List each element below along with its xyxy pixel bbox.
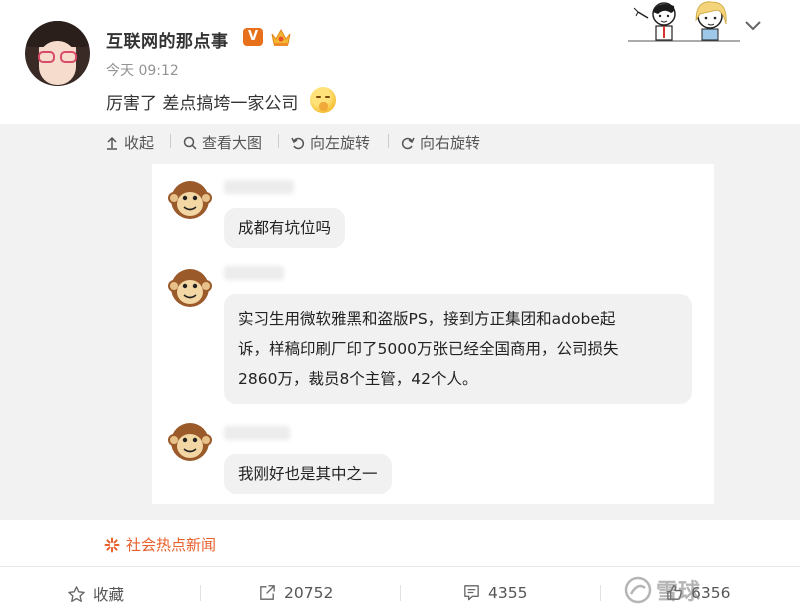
post-header: 互联网的那点事 V 今天 09:12 厉害了 差点搞垮一家公司: [0, 0, 800, 124]
action-divider: [400, 585, 401, 601]
toolbar-divider: [388, 134, 389, 148]
chat-bubble: 实习生用微软雅黑和盗版PS，接到方正集团和adobe起 诉，样稿印刷厂印了500…: [224, 294, 692, 404]
crown-icon: [271, 28, 291, 46]
username[interactable]: 互联网的那点事: [106, 27, 229, 52]
rotate-right-icon: [401, 137, 415, 149]
action-divider: [200, 585, 201, 601]
image-toolbar: 收起 查看大图 向左旋转 向右旋转: [0, 124, 800, 162]
share-button[interactable]: 20752: [258, 583, 333, 602]
blurred-sender-name: [224, 426, 290, 440]
toolbar-divider: [170, 134, 171, 148]
watermark-text: 雪球: [656, 580, 701, 605]
topic-link[interactable]: 社会热点新闻: [104, 534, 216, 555]
rotate-left-icon: [291, 137, 305, 149]
comment-count: 4355: [488, 583, 528, 602]
cartoon-sticker-icon: [628, 1, 740, 42]
verified-badge-icon: V: [243, 28, 263, 46]
image-panel: 收起 查看大图 向左旋转 向右旋转 成都有坑位吗 实习生用微软雅黑和盗版PS，接…: [0, 124, 800, 520]
blurred-sender-name: [224, 266, 284, 280]
comment-button[interactable]: 4355: [462, 583, 527, 602]
view-large-button[interactable]: 查看大图: [182, 132, 262, 153]
blurred-sender-name: [224, 180, 294, 194]
collapse-icon: [107, 136, 117, 150]
monkey-avatar-icon: [168, 423, 212, 461]
chevron-down-icon[interactable]: [742, 14, 764, 36]
chat-bubble: 我刚好也是其中之一: [224, 454, 392, 494]
star-icon: [68, 585, 85, 602]
chat-bubble-line: 实习生用微软雅黑和盗版PS，接到方正集团和adobe起: [238, 310, 616, 328]
monkey-avatar-icon: [168, 269, 212, 307]
monkey-avatar-icon: [168, 181, 212, 219]
chat-bubble-line: 2860万，裁员8个主管，42个人。: [238, 370, 478, 388]
topic-icon: [104, 537, 120, 552]
rotate-right-button[interactable]: 向右旋转: [400, 132, 480, 153]
favorite-label: 收藏: [93, 586, 125, 604]
comment-icon: [464, 585, 479, 601]
post-text: 厉害了 差点搞垮一家公司: [106, 94, 299, 114]
avatar[interactable]: [25, 21, 90, 86]
rotate-right-label: 向右旋转: [420, 134, 481, 152]
rotate-left-label: 向左旋转: [310, 134, 371, 152]
share-count: 20752: [284, 583, 334, 602]
toolbar-divider: [278, 134, 279, 148]
chat-screenshot[interactable]: 成都有坑位吗 实习生用微软雅黑和盗版PS，接到方正集团和adobe起 诉，样稿印…: [152, 164, 714, 504]
magnifier-icon: [183, 136, 197, 150]
share-icon: [260, 585, 275, 600]
snowball-logo-icon: [624, 576, 652, 604]
topic-label: 社会热点新闻: [126, 536, 217, 554]
collapse-button[interactable]: 收起: [104, 132, 154, 153]
favorite-button[interactable]: 收藏: [67, 583, 124, 605]
chat-bubble: 成都有坑位吗: [224, 208, 346, 248]
rotate-left-button[interactable]: 向左旋转: [290, 132, 370, 153]
post-timestamp: 今天 09:12: [106, 63, 179, 79]
shush-emoji-icon: [310, 87, 336, 113]
watermark: 雪球: [624, 574, 700, 606]
view-large-label: 查看大图: [202, 134, 263, 152]
action-divider: [600, 585, 601, 601]
collapse-label: 收起: [124, 134, 155, 152]
chat-bubble-line: 诉，样稿印刷厂印了5000万张已经全国商用，公司损失: [238, 340, 619, 358]
